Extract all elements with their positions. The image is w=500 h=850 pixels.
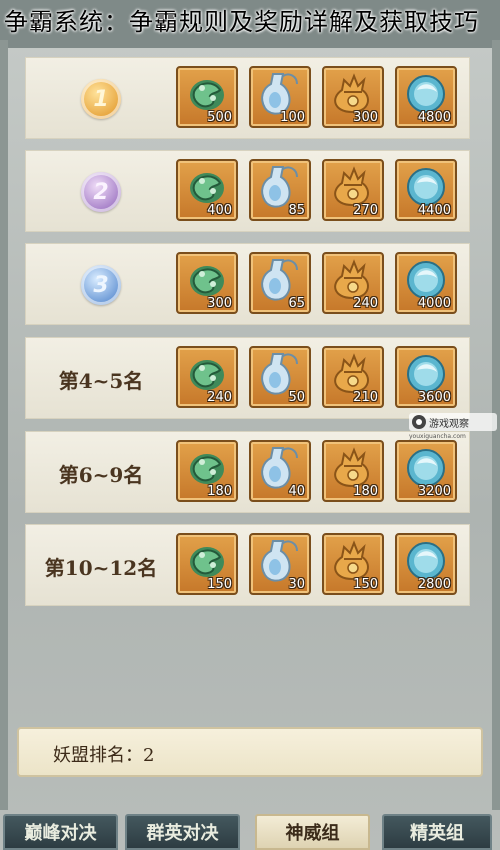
reward-quantity: 4800 — [417, 110, 451, 125]
reward-row: 第4~5名 240 50 210 3600 — [25, 337, 470, 419]
rank-medal-icon: 3 — [81, 265, 121, 305]
reward-item[interactable]: 300 — [322, 66, 384, 128]
tab-4[interactable]: 精英组 — [382, 814, 492, 850]
reward-item[interactable]: 4800 — [395, 66, 457, 128]
reward-item[interactable]: 240 — [322, 252, 384, 314]
reward-quantity: 30 — [288, 577, 305, 592]
rank-cell: 第10~12名 — [26, 525, 176, 607]
article-caption: 争霸系统：争霸规则及奖励详解及获取技巧 — [4, 8, 479, 36]
reward-item[interactable]: 50 — [249, 346, 311, 408]
reward-row: 1 500 100 300 4800 — [25, 57, 470, 139]
reward-row: 第6~9名 180 40 180 3200 — [25, 431, 470, 513]
tab-2[interactable]: 群英对决 — [125, 814, 240, 850]
reward-quantity: 4000 — [417, 296, 451, 311]
reward-item[interactable]: 180 — [322, 440, 384, 502]
rank-cell: 1 — [26, 58, 176, 140]
rank-label: 第10~12名 — [44, 555, 158, 580]
reward-quantity: 300 — [353, 110, 378, 125]
frame-left-edge — [0, 40, 8, 810]
reward-quantity: 50 — [288, 390, 305, 405]
reward-quantity: 150 — [207, 577, 232, 592]
reward-item[interactable]: 500 — [176, 66, 238, 128]
rank-label: 第4~5名 — [58, 368, 144, 393]
reward-item[interactable]: 65 — [249, 252, 311, 314]
reward-item[interactable]: 30 — [249, 533, 311, 595]
reward-item[interactable]: 3200 — [395, 440, 457, 502]
league-rank-label: 妖盟排名：2 — [53, 745, 155, 766]
reward-quantity: 240 — [353, 296, 378, 311]
reward-item[interactable]: 300 — [176, 252, 238, 314]
reward-quantity: 180 — [353, 484, 378, 499]
rank-cell: 3 — [26, 244, 176, 326]
reward-quantity: 3200 — [417, 484, 451, 499]
group-tabs: 巅峰对决 群英对决 神威组 精英组 — [0, 812, 500, 850]
reward-row: 第10~12名 150 30 150 2800 — [25, 524, 470, 606]
reward-item[interactable]: 40 — [249, 440, 311, 502]
watermark-subtext: youxiguancha.com — [409, 433, 466, 440]
reward-quantity: 270 — [353, 203, 378, 218]
reward-quantity: 400 — [207, 203, 232, 218]
reward-item[interactable]: 180 — [176, 440, 238, 502]
reward-item[interactable]: 240 — [176, 346, 238, 408]
reward-quantity: 180 — [207, 484, 232, 499]
reward-item[interactable]: 270 — [322, 159, 384, 221]
reward-item[interactable]: 400 — [176, 159, 238, 221]
reward-row: 2 400 85 270 4400 — [25, 150, 470, 232]
reward-row: 3 300 65 240 4000 — [25, 243, 470, 325]
reward-item[interactable]: 100 — [249, 66, 311, 128]
reward-quantity: 85 — [288, 203, 305, 218]
reward-quantity: 3600 — [417, 390, 451, 405]
reward-quantity: 300 — [207, 296, 232, 311]
reward-quantity: 40 — [288, 484, 305, 499]
rank-label: 第6~9名 — [58, 462, 144, 487]
rank-cell: 2 — [26, 151, 176, 233]
watermark-text: 游戏观察 — [429, 418, 469, 430]
reward-item[interactable]: 150 — [322, 533, 384, 595]
reward-item[interactable]: 150 — [176, 533, 238, 595]
watermark: 游戏观察 youxiguancha.com — [409, 413, 497, 440]
league-rank-panel: 妖盟排名：2 — [17, 727, 483, 777]
rank-medal-icon: 2 — [81, 172, 121, 212]
reward-quantity: 100 — [280, 110, 305, 125]
tab-3[interactable]: 神威组 — [255, 814, 370, 850]
reward-quantity: 210 — [353, 390, 378, 405]
reward-item[interactable]: 85 — [249, 159, 311, 221]
tab-1[interactable]: 巅峰对决 — [3, 814, 118, 850]
reward-item[interactable]: 4400 — [395, 159, 457, 221]
reward-item[interactable]: 210 — [322, 346, 384, 408]
reward-quantity: 150 — [353, 577, 378, 592]
watermark-logo-icon — [412, 415, 426, 429]
reward-quantity: 240 — [207, 390, 232, 405]
reward-quantity: 4400 — [417, 203, 451, 218]
rank-cell: 第6~9名 — [26, 432, 176, 514]
reward-item[interactable]: 2800 — [395, 533, 457, 595]
reward-quantity: 500 — [207, 110, 232, 125]
rank-cell: 第4~5名 — [26, 338, 176, 420]
reward-item[interactable]: 3600 — [395, 346, 457, 408]
reward-item[interactable]: 4000 — [395, 252, 457, 314]
rank-medal-icon: 1 — [81, 79, 121, 119]
reward-quantity: 2800 — [417, 577, 451, 592]
reward-quantity: 65 — [288, 296, 305, 311]
